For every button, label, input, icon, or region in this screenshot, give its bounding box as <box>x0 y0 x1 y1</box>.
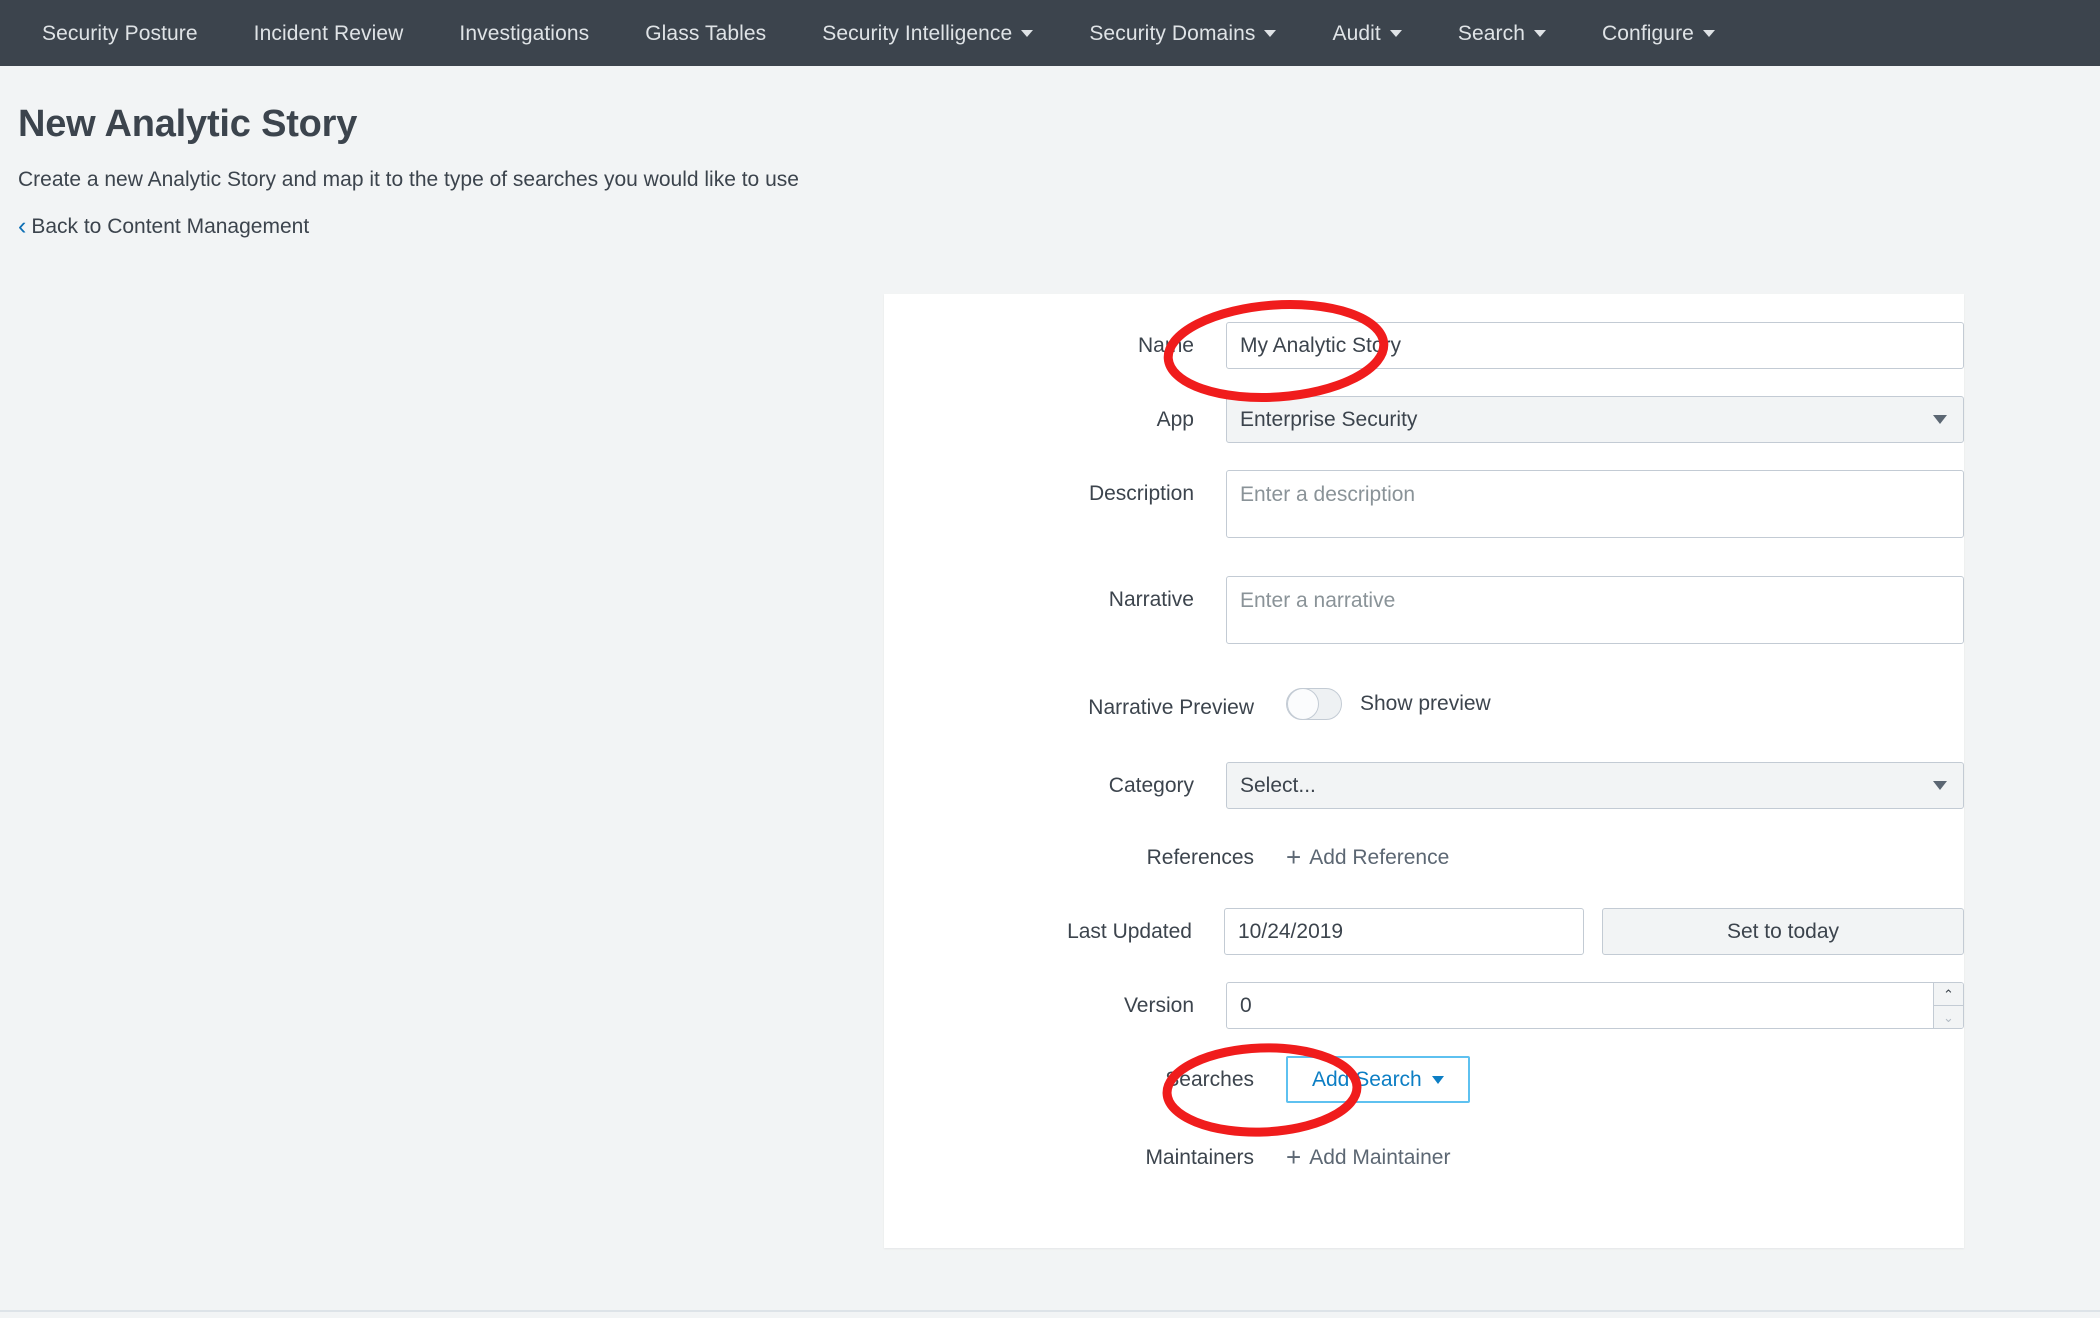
nav-item-search[interactable]: Search <box>1430 23 1574 44</box>
version-label: Version <box>884 982 1226 1016</box>
nav-item-label: Security Intelligence <box>822 23 1012 44</box>
form-row-category: Category Select... <box>884 762 1964 809</box>
searches-label: Searches <box>884 1056 1286 1090</box>
nav-item-audit[interactable]: Audit <box>1304 23 1429 44</box>
nav-item-incident-review[interactable]: Incident Review <box>226 23 432 44</box>
nav-item-label: Audit <box>1332 23 1380 44</box>
category-select[interactable]: Select... <box>1226 762 1964 809</box>
chevron-down-icon <box>1933 415 1947 424</box>
app-select[interactable]: Enterprise Security <box>1226 396 1964 443</box>
nav-item-label: Investigations <box>459 23 589 44</box>
description-textarea[interactable] <box>1226 470 1964 538</box>
form-row-narrative-preview: Narrative Preview Show preview <box>884 684 1964 720</box>
page-subtitle: Create a new Analytic Story and map it t… <box>18 168 2100 192</box>
add-search-button[interactable]: Add Search <box>1286 1056 1470 1103</box>
form-row-version: Version ⌃ ⌄ <box>884 982 1964 1029</box>
form-row-description: Description <box>884 470 1964 543</box>
form-row-narrative: Narrative <box>884 576 1964 649</box>
version-stepper: ⌃ ⌄ <box>1226 982 1964 1029</box>
form-row-maintainers: Maintainers + Add Maintainer <box>884 1134 1964 1172</box>
nav-item-label: Glass Tables <box>645 23 766 44</box>
nav-item-glass-tables[interactable]: Glass Tables <box>617 23 794 44</box>
plus-icon: + <box>1286 1144 1301 1170</box>
content-area: Name App Enterprise Security Description <box>0 262 2100 1318</box>
form-row-searches: Searches Add Search <box>884 1056 1964 1103</box>
nav-item-security-posture[interactable]: Security Posture <box>14 23 226 44</box>
category-select-value: Select... <box>1240 774 1316 798</box>
nav-item-label: Search <box>1458 23 1525 44</box>
nav-item-label: Security Posture <box>42 23 198 44</box>
nav-item-label: Security Domains <box>1089 23 1255 44</box>
chevron-down-icon <box>1534 30 1546 37</box>
chevron-down-icon <box>1264 30 1276 37</box>
form-row-app: App Enterprise Security <box>884 396 1964 443</box>
nav-item-security-intelligence[interactable]: Security Intelligence <box>794 23 1061 44</box>
name-label: Name <box>884 322 1226 356</box>
page-header: New Analytic Story Create a new Analytic… <box>0 66 2100 262</box>
app-label: App <box>884 396 1226 430</box>
last-updated-label: Last Updated <box>884 908 1224 942</box>
references-label: References <box>884 834 1286 868</box>
description-label: Description <box>884 470 1226 504</box>
back-to-content-management-link[interactable]: ‹ Back to Content Management <box>18 215 309 240</box>
chevron-down-icon <box>1933 781 1947 790</box>
main-navigation-bar: Security Posture Incident Review Investi… <box>0 0 2100 66</box>
last-updated-input[interactable] <box>1224 908 1584 955</box>
set-to-today-button[interactable]: Set to today <box>1602 908 1964 955</box>
version-input[interactable] <box>1227 983 1933 1028</box>
form-row-last-updated: Last Updated Set to today <box>884 908 1964 955</box>
show-preview-toggle[interactable] <box>1286 688 1342 720</box>
nav-item-label: Incident Review <box>254 23 404 44</box>
analytic-story-form-card: Name App Enterprise Security Description <box>884 294 1964 1248</box>
maintainers-label: Maintainers <box>884 1134 1286 1168</box>
toggle-knob <box>1287 688 1319 720</box>
version-decrement-button[interactable]: ⌄ <box>1934 1006 1963 1028</box>
nav-item-investigations[interactable]: Investigations <box>431 23 617 44</box>
chevron-down-icon <box>1021 30 1033 37</box>
version-spinner: ⌃ ⌄ <box>1933 983 1963 1028</box>
name-input[interactable] <box>1226 322 1964 369</box>
chevron-left-icon: ‹ <box>18 214 26 239</box>
narrative-preview-label: Narrative Preview <box>884 684 1286 718</box>
show-preview-label: Show preview <box>1360 692 1491 716</box>
page-title: New Analytic Story <box>18 104 2100 146</box>
category-label: Category <box>884 762 1226 796</box>
chevron-down-icon <box>1390 30 1402 37</box>
chevron-down-icon <box>1432 1076 1444 1084</box>
nav-item-configure[interactable]: Configure <box>1574 23 1743 44</box>
add-reference-label: Add Reference <box>1309 846 1449 870</box>
app-select-value: Enterprise Security <box>1240 408 1417 432</box>
nav-item-label: Configure <box>1602 23 1694 44</box>
narrative-label: Narrative <box>884 576 1226 610</box>
form-row-references: References + Add Reference <box>884 834 1964 872</box>
chevron-down-icon <box>1703 30 1715 37</box>
add-search-label: Add Search <box>1312 1068 1422 1092</box>
nav-item-security-domains[interactable]: Security Domains <box>1061 23 1304 44</box>
narrative-textarea[interactable] <box>1226 576 1964 644</box>
form-row-name: Name <box>884 322 1964 369</box>
add-maintainer-label: Add Maintainer <box>1309 1146 1450 1170</box>
back-link-label: Back to Content Management <box>31 215 309 239</box>
version-increment-button[interactable]: ⌃ <box>1934 983 1963 1006</box>
plus-icon: + <box>1286 844 1301 870</box>
add-reference-button[interactable]: + Add Reference <box>1286 834 1449 871</box>
add-maintainer-button[interactable]: + Add Maintainer <box>1286 1134 1450 1171</box>
page-bottom-divider <box>0 1310 2100 1312</box>
